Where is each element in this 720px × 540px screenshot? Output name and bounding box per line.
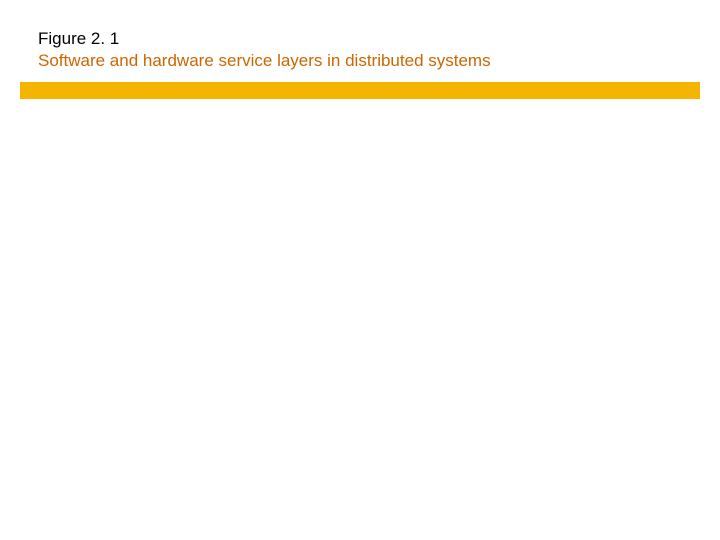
figure-label: Figure 2. 1 — [38, 28, 491, 50]
figure-header: Figure 2. 1 Software and hardware servic… — [38, 28, 491, 72]
divider-bar — [20, 82, 700, 99]
figure-title: Software and hardware service layers in … — [38, 50, 491, 72]
